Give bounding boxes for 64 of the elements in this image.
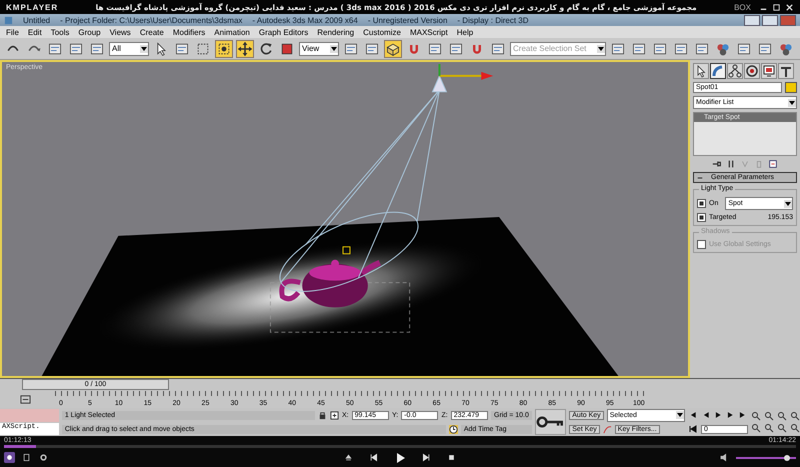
window-title: - Project Folder: C:\Users\User\Documents\3dsmax — [60, 16, 242, 24]
monitor-icon[interactable] — [761, 63, 777, 79]
menu-item[interactable]: Modifiers — [172, 28, 206, 36]
next-frame-icon[interactable] — [726, 410, 736, 420]
volume-slider-thumb[interactable] — [784, 454, 790, 460]
cursor-icon[interactable] — [693, 63, 709, 79]
key-icon[interactable] — [534, 409, 566, 435]
menu-item[interactable]: Help — [456, 28, 474, 36]
caret-icon — [676, 411, 684, 419]
play-icon[interactable] — [713, 410, 723, 420]
eject-icon[interactable] — [343, 452, 354, 463]
caret-icon — [788, 98, 796, 106]
window-title: - Autodesk 3ds Max 2009 x64 — [252, 16, 358, 24]
app-icon — [4, 16, 13, 24]
pipe-icon[interactable] — [726, 159, 736, 169]
menu-item[interactable]: Create — [140, 28, 164, 36]
box-label[interactable]: BOX — [734, 2, 751, 12]
wheel-icon[interactable] — [744, 63, 760, 79]
move-icon[interactable] — [236, 40, 254, 58]
caret-icon — [597, 44, 605, 52]
maximize-button[interactable] — [762, 14, 778, 26]
menu-item[interactable]: MAXScript — [410, 28, 448, 36]
snap-icon[interactable] — [384, 40, 402, 58]
absolute-mode-icon[interactable] — [330, 410, 339, 420]
window-title: - Unregistered Version — [368, 16, 448, 24]
menu-item[interactable]: Graph Editors — [258, 28, 308, 36]
dropdown[interactable]: All — [109, 42, 149, 56]
configure-icon[interactable] — [768, 159, 778, 169]
menu-item[interactable]: Customize — [363, 28, 401, 36]
player-name: KMPLAYER — [6, 2, 58, 12]
window-title: Untitled — [23, 16, 50, 24]
menu-item[interactable]: Rendering — [317, 28, 354, 36]
previous-icon[interactable] — [368, 452, 379, 463]
checkbox[interactable] — [697, 240, 706, 249]
color-swatch[interactable] — [785, 82, 797, 93]
clock-icon[interactable] — [448, 424, 458, 434]
menu-item[interactable]: Group — [78, 28, 101, 36]
zoom-icon[interactable] — [751, 411, 761, 421]
checkbox[interactable] — [697, 213, 706, 222]
dropdown[interactable]: View — [299, 42, 339, 56]
caret-icon — [330, 44, 338, 52]
maximize-icon[interactable] — [772, 2, 781, 12]
lock-icon[interactable] — [318, 410, 327, 420]
checkbox[interactable] — [697, 199, 706, 208]
hammer-icon[interactable] — [778, 63, 794, 79]
menu-item[interactable]: Views — [110, 28, 131, 36]
window-title: - Display : Direct 3D — [457, 16, 529, 24]
caret-icon — [140, 44, 148, 52]
stop-icon[interactable] — [446, 452, 457, 463]
crossing-icon[interactable] — [215, 40, 233, 58]
logo-icon[interactable] — [4, 452, 15, 463]
next-icon[interactable] — [421, 452, 432, 463]
caret-icon — [784, 200, 792, 208]
bent-tube-icon[interactable] — [710, 63, 726, 79]
close-icon[interactable] — [785, 2, 794, 12]
pin-icon[interactable] — [712, 159, 722, 169]
hierarchy-icon[interactable] — [727, 63, 743, 79]
menu-item[interactable]: Edit — [28, 28, 42, 36]
menu-item[interactable]: Animation — [214, 28, 250, 36]
menu-item[interactable]: File — [6, 28, 19, 36]
tangent-curve-icon[interactable] — [602, 424, 612, 434]
key-mode-icon[interactable] — [688, 424, 698, 434]
minimize-button[interactable] — [744, 14, 760, 26]
menu-item[interactable]: Tools — [50, 28, 70, 36]
